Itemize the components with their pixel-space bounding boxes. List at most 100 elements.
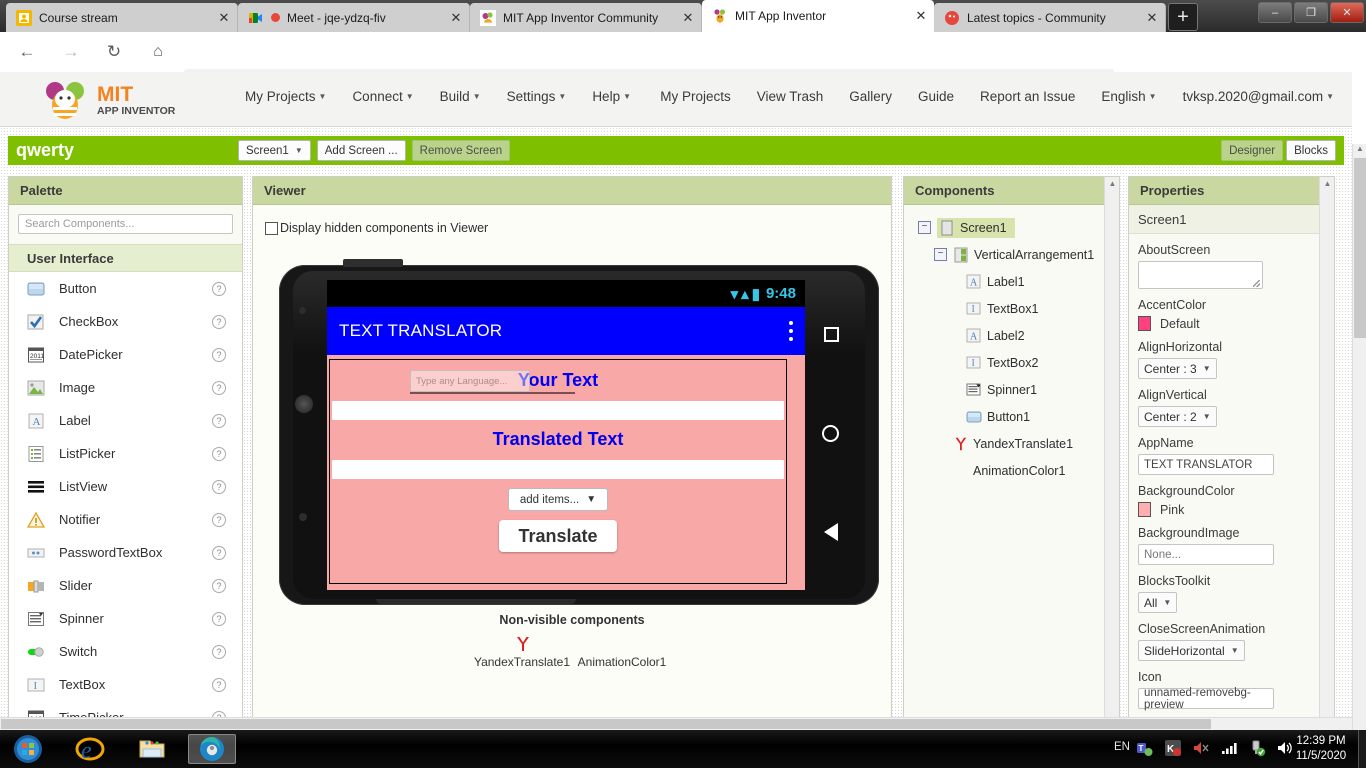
language-indicator[interactable]: EN [1114, 741, 1130, 753]
collapse-toggle-icon[interactable]: − [934, 248, 947, 261]
tree-node-textbox1[interactable]: I TextBox1 [910, 295, 1119, 322]
link-report-an-issue[interactable]: Report an Issue [980, 89, 1075, 104]
palette-item-image[interactable]: Image ? [9, 371, 242, 404]
microsoft-edge-icon[interactable] [188, 734, 236, 764]
screen-selector[interactable]: Screen1▼ [238, 140, 311, 161]
tree-node-verticalarrangement1[interactable]: − VerticalArrangement1 [910, 241, 1119, 268]
palette-item-textbox[interactable]: I TextBox ? [9, 668, 242, 701]
close-window-button[interactable]: ✕ [1330, 2, 1364, 23]
teams-icon[interactable]: T [1136, 739, 1154, 760]
link-my-projects[interactable]: My Projects [660, 89, 731, 104]
appname-input[interactable]: TEXT TRANSLATOR [1138, 454, 1274, 475]
palette-item-passwordtextbox[interactable]: PasswordTextBox ? [9, 536, 242, 569]
close-icon[interactable]: ✕ [679, 9, 697, 27]
palette-item-listview[interactable]: ListView ? [9, 470, 242, 503]
help-icon[interactable]: ? [212, 348, 226, 362]
palette-item-switch[interactable]: Switch ? [9, 635, 242, 668]
browser-tab-3[interactable]: MIT App Inventor ✕ [702, 0, 934, 32]
help-icon[interactable]: ? [212, 381, 226, 395]
browser-tab-1[interactable]: Meet - jqe-ydzq-fiv ✕ [238, 3, 470, 32]
palette-category-user-interface[interactable]: User Interface [9, 244, 242, 272]
browser-tab-4[interactable]: Latest topics - Community ✕ [934, 3, 1166, 32]
menu-my-projects[interactable]: My Projects▼ [245, 89, 326, 104]
help-icon[interactable]: ? [212, 678, 226, 692]
tab-designer[interactable]: Designer [1221, 140, 1283, 161]
non-visible-item-animationcolor[interactable]: AnimationColor1 [572, 635, 672, 669]
icon-input[interactable]: unnamed-removebg-preview [1138, 688, 1274, 709]
internet-explorer-icon[interactable]: e [66, 734, 114, 764]
page-scrollbar[interactable]: ▲ ▼ [1352, 144, 1366, 730]
back-button[interactable]: ← [14, 39, 40, 65]
close-icon[interactable]: ✕ [447, 9, 465, 27]
phone-screen[interactable]: ▾ ▴ ▮ 9:48 TEXT TRANSLATOR [327, 280, 805, 590]
collapse-toggle-icon[interactable]: − [918, 221, 931, 234]
help-icon[interactable]: ? [212, 480, 226, 494]
button1[interactable]: Translate [499, 520, 617, 552]
tree-node-button1[interactable]: Button1 [910, 403, 1119, 430]
scroll-up-icon[interactable]: ▲ [1355, 144, 1365, 156]
palette-item-spinner[interactable]: Spinner ? [9, 602, 242, 635]
taskbar-clock[interactable]: 12:39 PM 11/5/2020 [1294, 734, 1348, 764]
home-button[interactable]: ⌂ [145, 39, 171, 65]
blockstoolkit-select[interactable]: All▼ [1138, 592, 1177, 613]
menu-settings[interactable]: Settings▼ [507, 89, 567, 104]
scrollbar-thumb[interactable] [1, 719, 1211, 729]
accentcolor-picker[interactable]: Default [1138, 316, 1325, 331]
usb-safe-remove-icon[interactable] [1248, 739, 1266, 760]
spinner1[interactable]: add items... ▼ [508, 488, 608, 511]
minimize-button[interactable]: – [1258, 2, 1292, 23]
close-icon[interactable]: ✕ [912, 7, 930, 25]
label2[interactable]: Translated Text [330, 429, 786, 450]
browser-tab-2[interactable]: MIT App Inventor Community ✕ [470, 3, 702, 32]
volume-mute-icon[interactable] [1192, 740, 1210, 759]
closescreenanimation-select[interactable]: SlideHorizontal▼ [1138, 640, 1245, 661]
tree-node-yandextranslate1[interactable]: YandexTranslate1 [910, 430, 1119, 457]
browser-tab-0[interactable]: Course stream ✕ [6, 3, 238, 32]
link-guide[interactable]: Guide [918, 89, 954, 104]
user-account-menu[interactable]: tvksp.2020@gmail.com▼ [1183, 89, 1334, 104]
horizontal-scrollbar[interactable] [0, 717, 1352, 730]
forward-button[interactable]: → [58, 39, 84, 65]
aboutscreen-textarea[interactable] [1138, 261, 1263, 289]
help-icon[interactable]: ? [212, 414, 226, 428]
alignhorizontal-select[interactable]: Center : 3▼ [1138, 358, 1217, 379]
file-explorer-icon[interactable] [128, 734, 176, 764]
help-icon[interactable]: ? [212, 645, 226, 659]
alignvertical-select[interactable]: Center : 2▼ [1138, 406, 1217, 427]
palette-item-checkbox[interactable]: CheckBox ? [9, 305, 242, 338]
reload-button[interactable]: ↻ [101, 39, 127, 65]
speaker-icon[interactable] [1276, 740, 1294, 759]
tree-node-textbox2[interactable]: I TextBox2 [910, 349, 1119, 376]
help-icon[interactable]: ? [212, 513, 226, 527]
new-tab-button[interactable]: + [1168, 3, 1198, 31]
tree-node-spinner1[interactable]: Spinner1 [910, 376, 1119, 403]
screen-content[interactable]: Your Text Translated Text add items... ▼… [327, 355, 805, 590]
help-icon[interactable]: ? [212, 282, 226, 296]
backgroundcolor-picker[interactable]: Pink [1138, 502, 1325, 517]
link-gallery[interactable]: Gallery [849, 89, 892, 104]
palette-item-slider[interactable]: Slider ? [9, 569, 242, 602]
tree-node-label2[interactable]: A Label2 [910, 322, 1119, 349]
show-desktop-button[interactable] [1358, 730, 1366, 768]
help-icon[interactable]: ? [212, 315, 226, 329]
help-icon[interactable]: ? [212, 579, 226, 593]
kaspersky-icon[interactable]: K [1164, 739, 1182, 760]
language-selector[interactable]: English▼ [1101, 89, 1156, 104]
network-icon[interactable] [1220, 740, 1238, 759]
viewer-canvas[interactable]: Display hidden components in Viewer [253, 205, 891, 718]
palette-item-button[interactable]: Button ? [9, 272, 242, 305]
palette-item-notifier[interactable]: Notifier ? [9, 503, 242, 536]
menu-build[interactable]: Build▼ [440, 89, 481, 104]
add-screen-button[interactable]: Add Screen ... [317, 140, 406, 161]
start-button-icon[interactable] [4, 734, 52, 764]
textbox1[interactable] [332, 401, 784, 420]
tree-node-animationcolor1[interactable]: AnimationColor1 [910, 457, 1119, 484]
close-icon[interactable]: ✕ [215, 9, 233, 27]
textbox2[interactable] [332, 460, 784, 479]
tree-node-screen1[interactable]: − Screen1 [910, 214, 1119, 241]
tree-node-label1[interactable]: A Label1 [910, 268, 1119, 295]
non-visible-item-yandex[interactable]: YandexTranslate1 [472, 635, 572, 669]
search-input[interactable]: Search Components... [18, 214, 233, 234]
palette-item-label[interactable]: A Label ? [9, 404, 242, 437]
palette-item-datepicker[interactable]: 2011 DatePicker ? [9, 338, 242, 371]
